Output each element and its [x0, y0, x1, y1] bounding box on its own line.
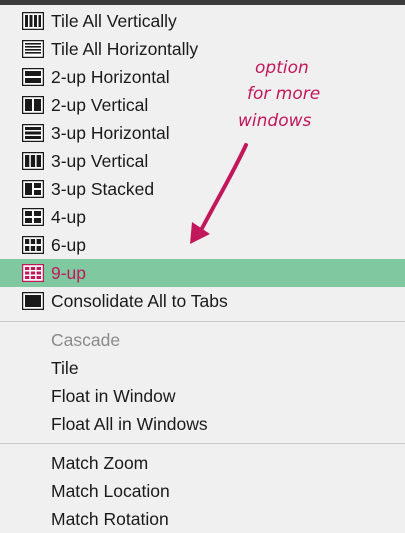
menu-item-label: 3-up Horizontal — [51, 123, 170, 143]
two-up-horizontal-icon — [22, 68, 44, 86]
consolidate-tabs-icon — [22, 292, 44, 310]
menu-item-3up-horizontal[interactable]: 3-up Horizontal — [0, 119, 405, 147]
menu-item-match-location[interactable]: Match Location — [0, 477, 405, 505]
menu-item-label: Tile All Vertically — [51, 11, 177, 31]
menu-separator — [0, 443, 405, 444]
nine-up-icon — [22, 264, 44, 282]
menu-item-4up[interactable]: 4-up — [0, 203, 405, 231]
three-up-vertical-icon — [22, 152, 44, 170]
menu-item-match-rotation[interactable]: Match Rotation — [0, 505, 405, 533]
menu-item-6up[interactable]: 6-up — [0, 231, 405, 259]
menu-item-label: Match Zoom — [51, 453, 149, 473]
menu-item-label: Tile All Horizontally — [51, 39, 199, 59]
menu-item-3up-stacked[interactable]: 3-up Stacked — [0, 175, 405, 203]
menu-item-label: Match Location — [51, 481, 170, 501]
menu-item-label: 3-up Vertical — [51, 151, 149, 171]
menu-item-consolidate-all-to-tabs[interactable]: Consolidate All to Tabs — [0, 287, 405, 315]
four-up-icon — [22, 208, 44, 226]
menu-item-2up-vertical[interactable]: 2-up Vertical — [0, 91, 405, 119]
menu-item-label: 6-up — [51, 235, 87, 255]
menu-item-tile[interactable]: Tile — [0, 354, 405, 382]
menu-item-label: 2-up Horizontal — [51, 67, 170, 87]
menu-item-tile-all-horizontally[interactable]: Tile All Horizontally — [0, 35, 405, 63]
menu-item-label: 2-up Vertical — [51, 95, 149, 115]
six-up-icon — [22, 236, 44, 254]
menu-item-label: 9-up — [51, 263, 87, 283]
menu-item-label: Float in Window — [51, 386, 176, 406]
window-arrange-menu: Tile All Vertically Tile All Horizontall… — [0, 5, 405, 529]
menu-item-cascade: Cascade — [0, 326, 405, 354]
tile-vertical-icon — [22, 12, 44, 30]
menu-item-label: 3-up Stacked — [51, 179, 155, 199]
two-up-vertical-icon — [22, 96, 44, 114]
menu-item-tile-all-vertically[interactable]: Tile All Vertically — [0, 7, 405, 35]
menu-separator — [0, 321, 405, 322]
menu-item-label: Consolidate All to Tabs — [51, 291, 228, 311]
tile-horizontal-icon — [22, 40, 44, 58]
menu-item-label: Match Rotation — [51, 509, 169, 529]
menu-item-label: Float All in Windows — [51, 414, 208, 434]
menu-item-match-zoom[interactable]: Match Zoom — [0, 449, 405, 477]
menu-item-3up-vertical[interactable]: 3-up Vertical — [0, 147, 405, 175]
three-up-stacked-icon — [22, 180, 44, 198]
menu-item-2up-horizontal[interactable]: 2-up Horizontal — [0, 63, 405, 91]
menu-item-float-all-in-windows[interactable]: Float All in Windows — [0, 410, 405, 438]
menu-item-float-in-window[interactable]: Float in Window — [0, 382, 405, 410]
three-up-horizontal-icon — [22, 124, 44, 142]
menu-item-9up[interactable]: 9-up — [0, 259, 405, 287]
menu-item-label: Tile — [51, 358, 79, 378]
menu-item-label: Cascade — [51, 330, 121, 350]
menu-item-label: 4-up — [51, 207, 87, 227]
